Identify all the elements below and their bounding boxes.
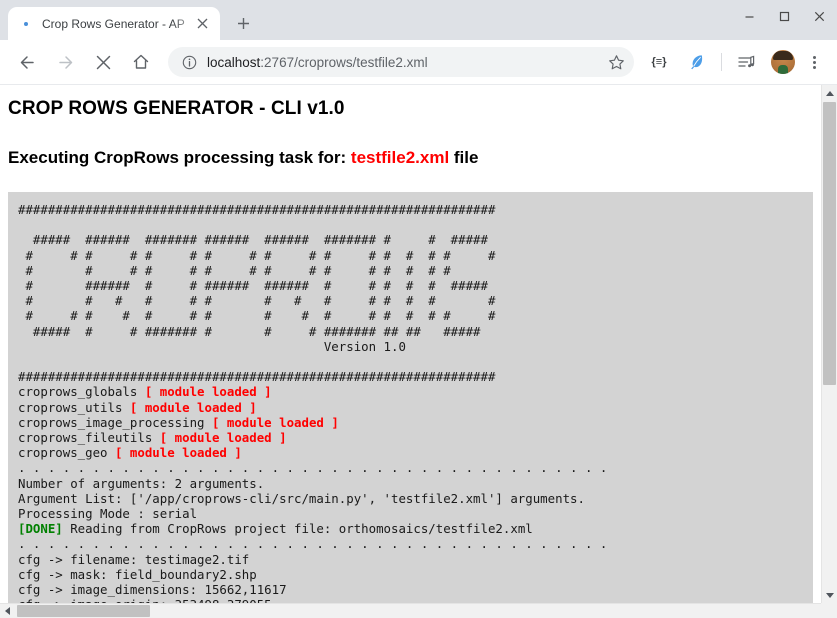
back-icon[interactable] — [12, 47, 42, 77]
address-bar[interactable]: localhost:2767/croprows/testfile2.xml — [168, 47, 634, 77]
stop-loading-icon[interactable] — [88, 47, 118, 77]
new-tab-button[interactable] — [228, 8, 258, 38]
horizontal-scrollbar-thumb[interactable] — [17, 605, 150, 617]
forward-icon[interactable] — [50, 47, 80, 77]
page-viewport: CROP ROWS GENERATOR - CLI v1.0 Executing… — [0, 85, 837, 618]
tab-strip: Crop Rows Generator - AP — [0, 0, 258, 40]
horizontal-scrollbar[interactable] — [0, 603, 837, 618]
scroll-down-arrow-icon[interactable] — [822, 587, 837, 603]
subtitle-suffix: file — [449, 148, 479, 167]
avatar-hair — [773, 51, 793, 60]
site-info-icon[interactable] — [180, 53, 198, 71]
scroll-up-arrow-icon[interactable] — [822, 85, 837, 101]
browser-window: Crop Rows Generator - AP localhost:2767/… — [0, 0, 837, 618]
subtitle-prefix: Executing CropRows processing task for: — [8, 148, 351, 167]
console-output: ########################################… — [8, 192, 813, 603]
scroll-left-arrow-icon[interactable] — [0, 604, 15, 618]
tab-title: Crop Rows Generator - AP — [42, 16, 185, 31]
window-controls — [732, 0, 837, 32]
browser-tab[interactable]: Crop Rows Generator - AP — [8, 7, 220, 40]
tab-close-icon[interactable] — [192, 14, 212, 34]
page-subtitle: Executing CropRows processing task for: … — [8, 148, 813, 168]
browser-titlebar: Crop Rows Generator - AP — [0, 0, 837, 40]
scrollbar-corner — [821, 603, 837, 618]
profile-avatar[interactable] — [771, 50, 795, 74]
url-host: localhost — [207, 54, 261, 70]
page-title: CROP ROWS GENERATOR - CLI v1.0 — [8, 98, 345, 119]
url-path: :2767/croprows/testfile2.xml — [260, 54, 428, 70]
address-bar-url: localhost:2767/croprows/testfile2.xml — [207, 55, 600, 70]
page-favicon-icon — [18, 16, 34, 32]
feather-extension-icon[interactable] — [682, 47, 712, 77]
bookmark-star-icon[interactable] — [604, 50, 628, 74]
page-content: CROP ROWS GENERATOR - CLI v1.0 Executing… — [0, 85, 821, 603]
window-close-button[interactable] — [802, 0, 837, 32]
home-icon[interactable] — [126, 47, 156, 77]
window-maximize-button[interactable] — [767, 0, 802, 32]
json-formatter-glyph: {≡} — [651, 56, 667, 68]
browser-toolbar: localhost:2767/croprows/testfile2.xml {≡… — [0, 40, 837, 85]
toolbar-divider — [721, 53, 722, 71]
subtitle-filename: testfile2.xml — [350, 148, 450, 167]
avatar-body — [778, 65, 788, 74]
chrome-menu-icon[interactable] — [801, 49, 827, 75]
reading-list-extension-icon[interactable] — [731, 47, 761, 77]
window-minimize-button[interactable] — [732, 0, 767, 32]
vertical-scrollbar[interactable] — [821, 85, 837, 603]
vertical-scrollbar-thumb[interactable] — [823, 102, 836, 385]
json-formatter-extension-icon[interactable]: {≡} — [644, 47, 674, 77]
extension-icons: {≡} — [640, 47, 829, 77]
